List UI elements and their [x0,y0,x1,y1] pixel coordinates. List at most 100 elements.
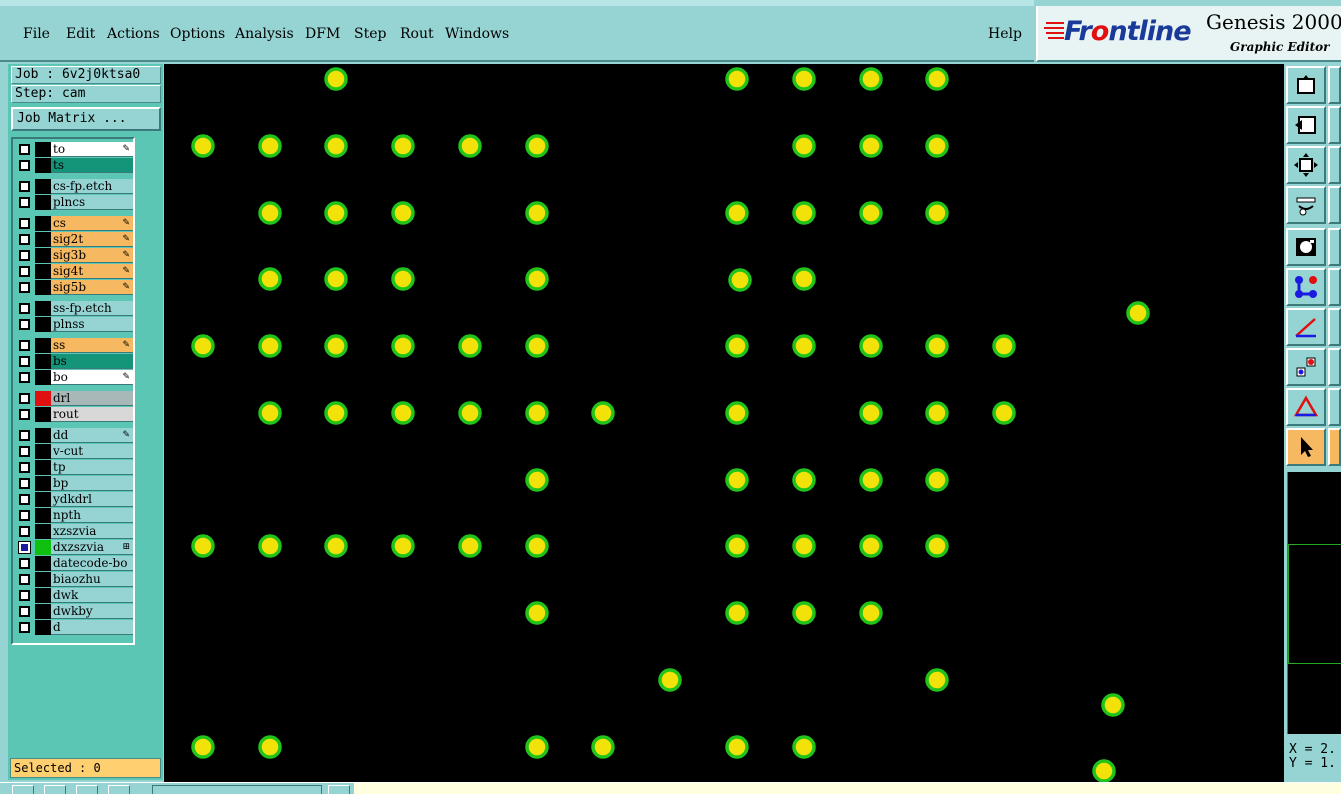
layer-row-ts[interactable]: ts [15,158,133,173]
status-button-5[interactable] [328,785,350,794]
toolbar-button-secondary[interactable] [1328,146,1341,184]
via-pad[interactable] [525,267,549,291]
layer-row-cs[interactable]: cs ✎ [15,216,133,231]
layer-color-swatch[interactable] [35,179,51,194]
via-pad[interactable] [925,668,949,692]
via-pad[interactable] [324,67,348,91]
layer-row-sig3b[interactable]: sig3b ✎ [15,248,133,263]
layer-row-datecode-bo[interactable]: datecode-bo [15,556,133,571]
via-pad[interactable] [1126,301,1150,325]
layer-row-rout[interactable]: rout [15,407,133,422]
snapshot-button[interactable] [1286,228,1326,266]
layer-color-swatch[interactable] [35,588,51,603]
status-button-4[interactable] [108,785,130,794]
layer-color-swatch[interactable] [35,216,51,231]
layer-color-swatch[interactable] [35,317,51,332]
via-pad[interactable] [1101,693,1125,717]
select-pointer-button[interactable] [1286,428,1326,466]
layer-name[interactable]: rout [51,407,133,422]
job-matrix-button[interactable]: Job Matrix ... [11,107,161,131]
via-pad[interactable] [725,201,749,225]
via-pad[interactable] [725,534,749,558]
toolbar-button-secondary[interactable] [1328,308,1341,346]
layer-row-v-cut[interactable]: v-cut [15,444,133,459]
via-pad[interactable] [725,468,749,492]
layer-color-swatch[interactable] [35,460,51,475]
layer-row-drl[interactable]: drl [15,391,133,406]
via-pad[interactable] [792,267,816,291]
status-field[interactable] [152,785,322,794]
layer-name[interactable]: datecode-bo [51,556,133,571]
toolbar-button-secondary[interactable] [1328,186,1341,224]
via-pad[interactable] [458,334,482,358]
layer-row-cs-fp.etch[interactable]: cs-fp.etch [15,179,133,194]
layer-row-sig2t[interactable]: sig2t ✎ [15,232,133,247]
via-pad[interactable] [859,67,883,91]
via-pad[interactable] [324,401,348,425]
layer-checkbox[interactable] [19,574,30,585]
layer-color-swatch[interactable] [35,248,51,263]
layer-row-to[interactable]: to ✎ [15,142,133,157]
layer-checkbox[interactable] [19,393,30,404]
layer-name[interactable]: d [51,620,133,635]
via-pad[interactable] [859,201,883,225]
layer-row-ydkdrl[interactable]: ydkdrl [15,492,133,507]
toolbar-button-secondary[interactable] [1328,66,1341,104]
layer-checkbox[interactable] [19,478,30,489]
layer-up-button[interactable] [1286,66,1326,104]
menu-windows[interactable]: Windows [445,26,509,42]
via-pad[interactable] [591,735,615,759]
zoom-fit-button[interactable] [1286,146,1326,184]
layer-row-biaozhu[interactable]: biaozhu [15,572,133,587]
via-pad[interactable] [391,334,415,358]
via-pad[interactable] [792,468,816,492]
layer-color-swatch[interactable] [35,338,51,353]
via-pad[interactable] [525,468,549,492]
status-button-1[interactable] [12,785,34,794]
via-pad[interactable] [324,201,348,225]
via-pad[interactable] [591,401,615,425]
via-pad[interactable] [992,401,1016,425]
layer-checkbox[interactable] [19,372,30,383]
via-pad[interactable] [792,334,816,358]
layer-row-bp[interactable]: bp [15,476,133,491]
layer-color-swatch[interactable] [35,524,51,539]
layer-color-swatch[interactable] [35,264,51,279]
layer-name[interactable]: ss-fp.etch [51,301,133,316]
via-pad[interactable] [324,334,348,358]
triangle-tool-button[interactable] [1286,388,1326,426]
layer-row-dwkby[interactable]: dwkby [15,604,133,619]
via-pad[interactable] [258,401,282,425]
overview-minimap[interactable] [1287,472,1341,734]
via-pad[interactable] [324,134,348,158]
via-pad[interactable] [1092,759,1116,782]
via-pad[interactable] [258,735,282,759]
layer-checkbox[interactable] [19,446,30,457]
layer-row-bo[interactable]: bo ✎ [15,370,133,385]
layer-checkbox[interactable] [19,218,30,229]
layer-name[interactable]: dwkby [51,604,133,619]
layer-checkbox[interactable] [19,250,30,261]
layer-checkbox[interactable] [19,494,30,505]
via-pad[interactable] [925,534,949,558]
status-button-2[interactable] [44,785,66,794]
via-pad[interactable] [859,468,883,492]
layer-name[interactable]: sig2t ✎ [51,232,133,247]
via-pad[interactable] [792,67,816,91]
layer-row-bs[interactable]: bs [15,354,133,369]
layer-name[interactable]: dxzszvia ⊞ [51,540,133,555]
via-pad[interactable] [859,401,883,425]
layer-name[interactable]: drl [51,391,133,406]
layer-color-swatch[interactable] [35,556,51,571]
via-pad[interactable] [391,134,415,158]
via-pad[interactable] [725,601,749,625]
layer-row-d[interactable]: d [15,620,133,635]
menu-rout[interactable]: Rout [400,26,434,42]
layer-name[interactable]: sig3b ✎ [51,248,133,263]
layer-name[interactable]: ydkdrl [51,492,133,507]
layer-color-swatch[interactable] [35,604,51,619]
toolbar-button-secondary[interactable] [1328,268,1341,306]
layer-name[interactable]: biaozhu [51,572,133,587]
layer-name[interactable]: sig5b ✎ [51,280,133,295]
via-pad[interactable] [258,534,282,558]
